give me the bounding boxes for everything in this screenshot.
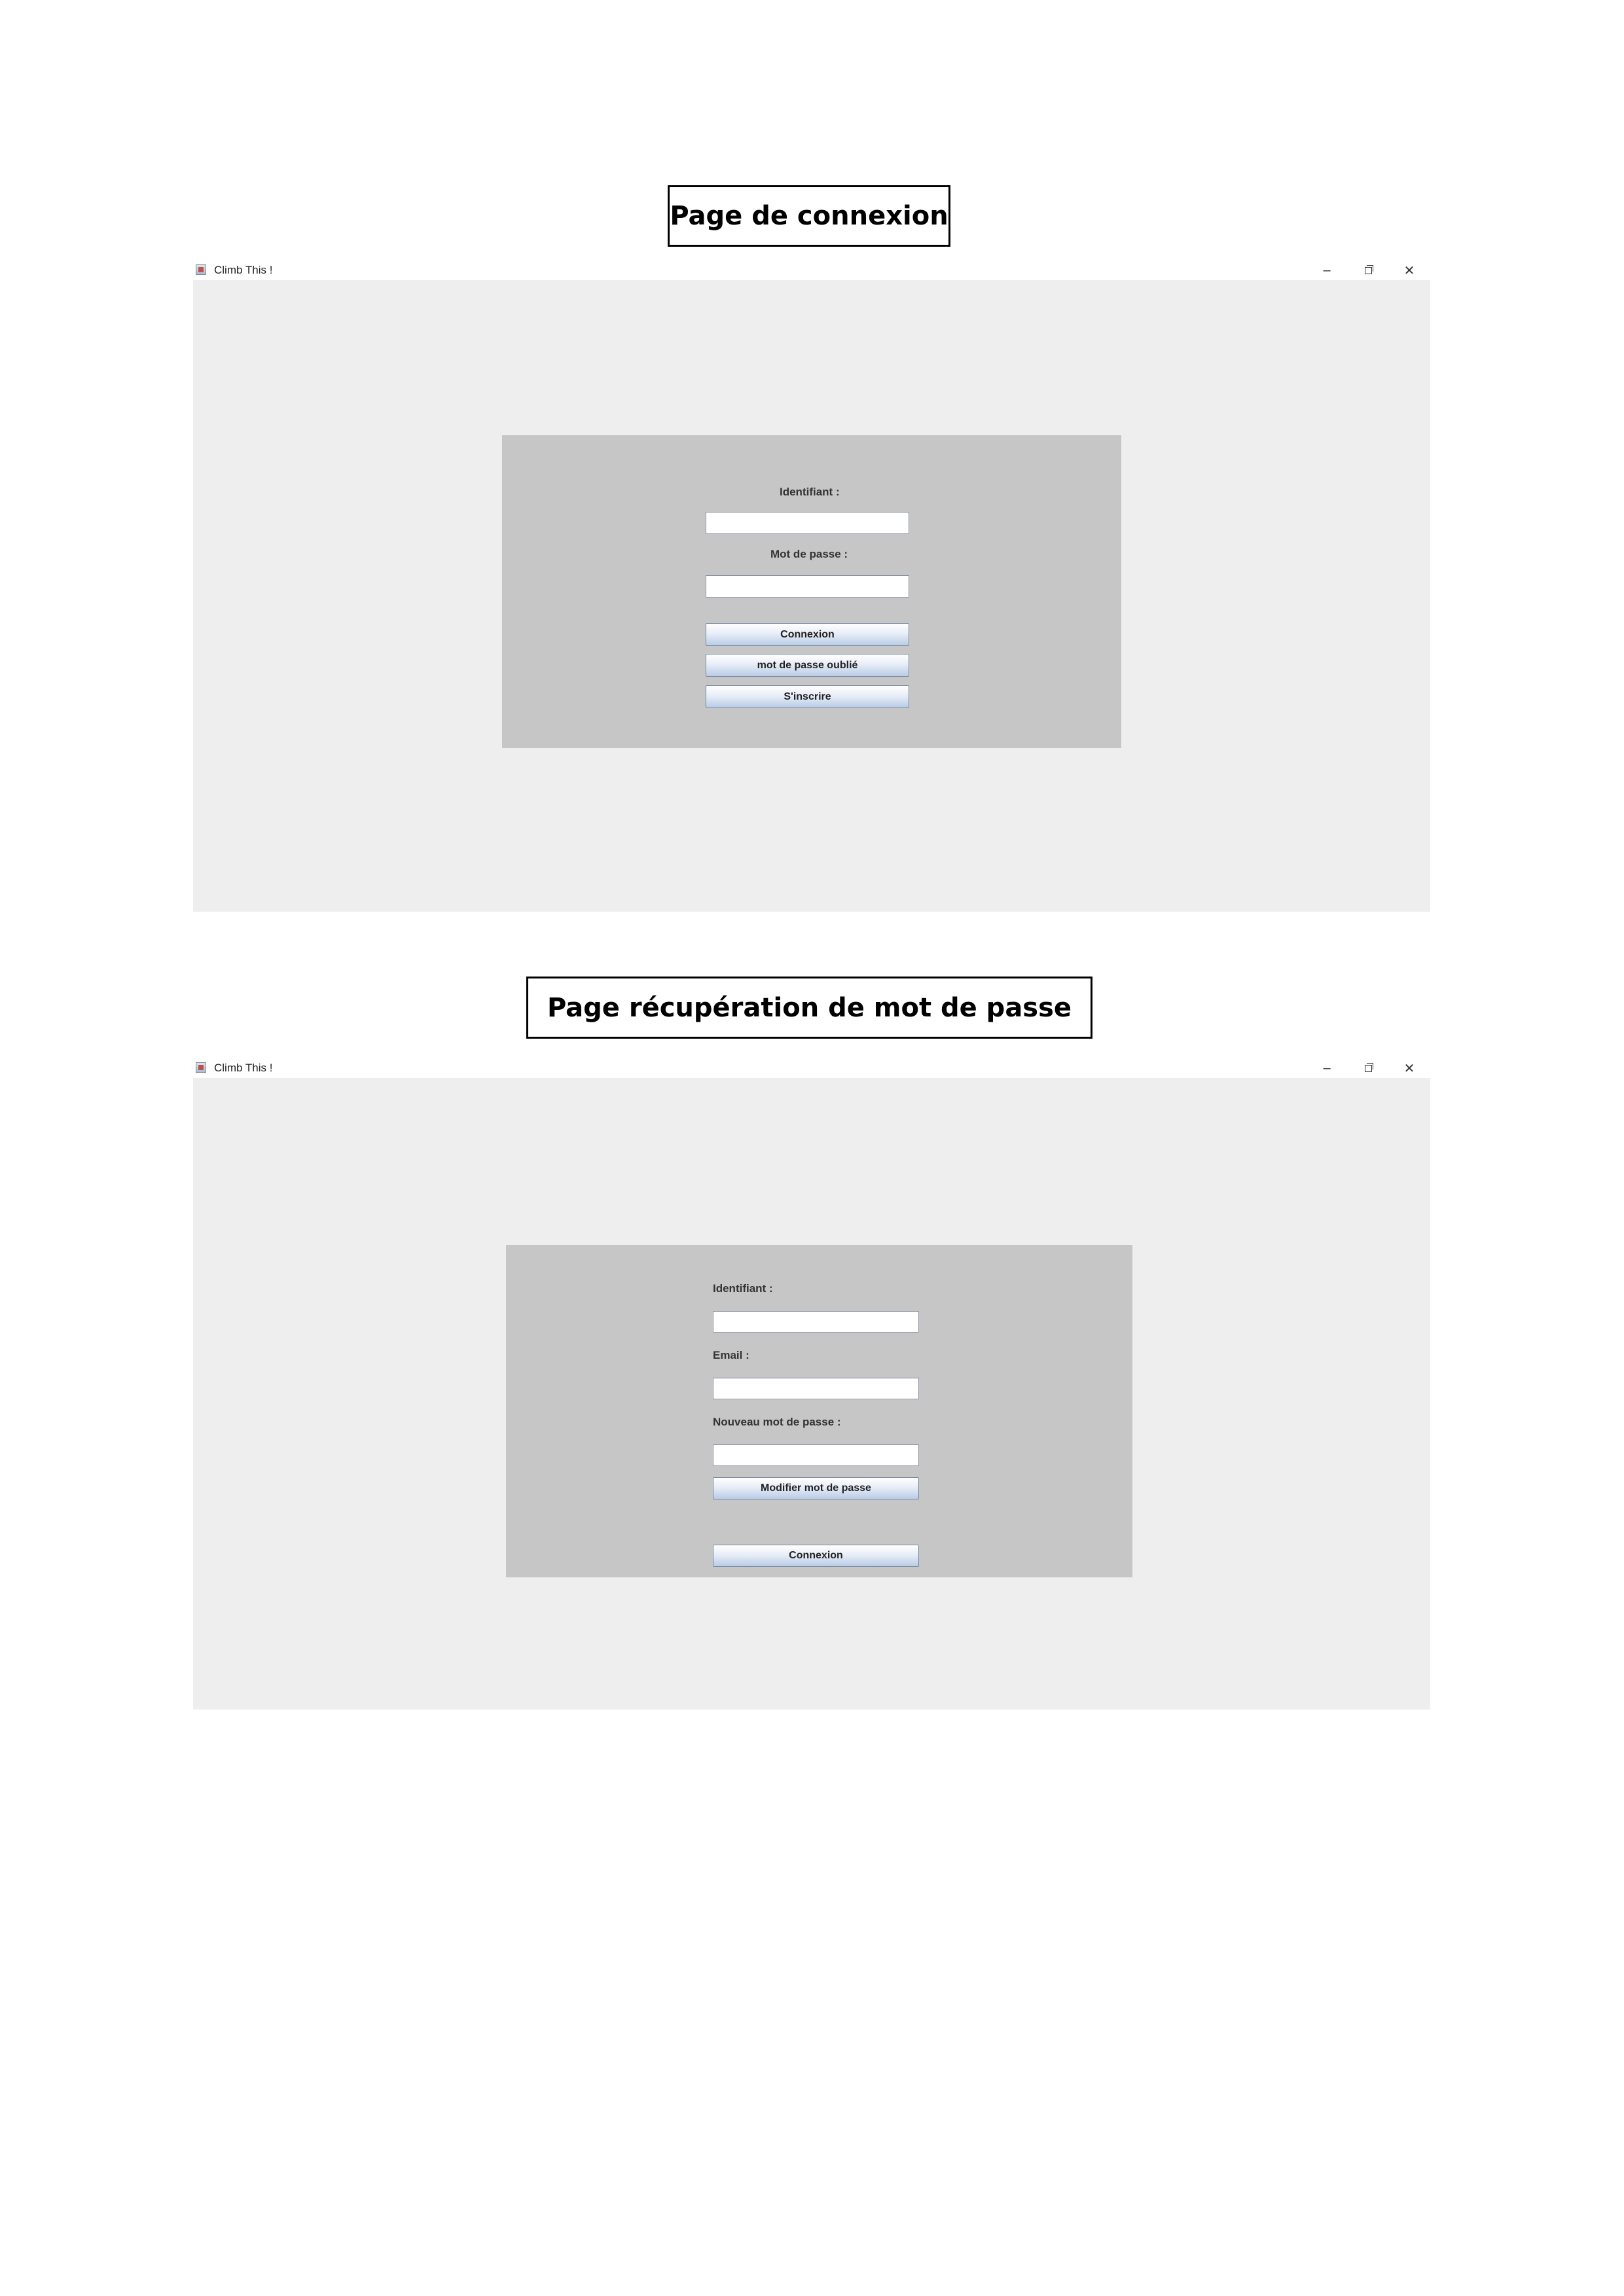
login-window-titlebar[interactable]: Climb This ! – ✕ — [193, 260, 1430, 280]
recovery-page-heading: Page récupération de mot de passe — [526, 977, 1092, 1039]
login-window: Identifiant : Mot de passe : Connexion m… — [193, 280, 1430, 912]
identifiant-label: Identifiant : — [780, 486, 840, 498]
forgot-password-button[interactable]: mot de passe oublié — [706, 654, 909, 677]
java-app-icon — [196, 1062, 206, 1073]
recovery-window: Identifiant : Email : Nouveau mot de pas… — [193, 1078, 1430, 1710]
email-input[interactable] — [713, 1378, 919, 1399]
minimize-icon[interactable]: – — [1314, 260, 1340, 280]
identifiant-input[interactable] — [706, 512, 909, 534]
new-password-label: Nouveau mot de passe : — [713, 1416, 841, 1428]
password-label: Mot de passe : — [770, 548, 848, 560]
login-page-heading: Page de connexion — [668, 185, 950, 247]
identifiant-input[interactable] — [713, 1311, 919, 1333]
maximize-icon[interactable] — [1355, 260, 1381, 280]
login-button[interactable]: Connexion — [713, 1545, 919, 1567]
close-icon[interactable]: ✕ — [1396, 1058, 1422, 1078]
new-password-input[interactable] — [713, 1444, 919, 1466]
window-title: Climb This ! — [214, 1062, 273, 1074]
email-label: Email : — [713, 1349, 749, 1361]
java-app-icon — [196, 264, 206, 275]
password-input[interactable] — [706, 575, 909, 598]
recovery-window-titlebar[interactable]: Climb This ! – ✕ — [193, 1058, 1430, 1078]
identifiant-label: Identifiant : — [713, 1282, 773, 1295]
modify-password-button[interactable]: Modifier mot de passe — [713, 1477, 919, 1499]
window-title: Climb This ! — [214, 264, 273, 276]
login-panel: Identifiant : Mot de passe : Connexion m… — [502, 435, 1121, 748]
maximize-icon[interactable] — [1355, 1058, 1381, 1078]
close-icon[interactable]: ✕ — [1396, 260, 1422, 280]
login-button[interactable]: Connexion — [706, 623, 909, 646]
minimize-icon[interactable]: – — [1314, 1058, 1340, 1078]
signup-button[interactable]: S'inscrire — [706, 685, 909, 708]
recovery-panel: Identifiant : Email : Nouveau mot de pas… — [506, 1245, 1132, 1577]
